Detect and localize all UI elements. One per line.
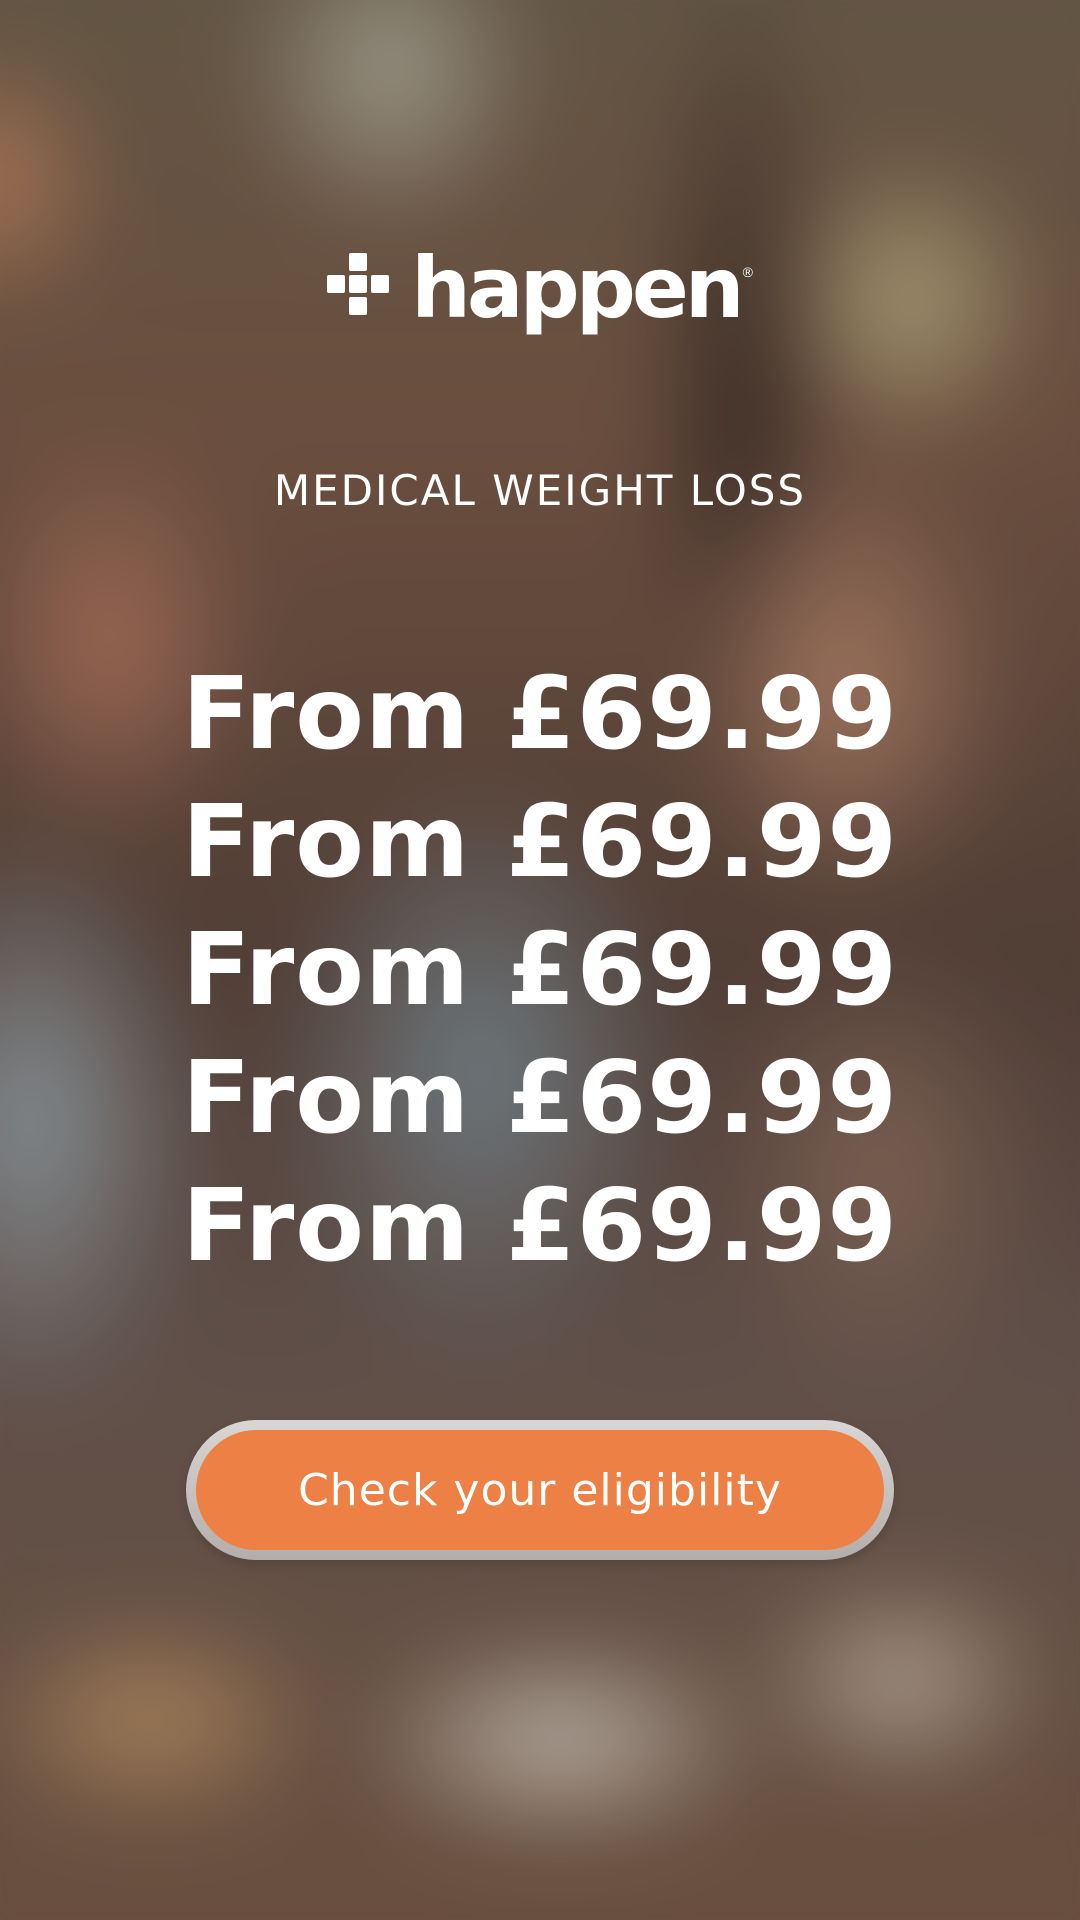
price-list: From £69.99 From £69.99 From £69.99 From…: [0, 657, 1080, 1297]
price-line: From £69.99: [182, 1167, 898, 1284]
price-line: From £69.99: [182, 911, 898, 1028]
ad-content: happen ® MEDICAL WEIGHT LOSS From £69.99…: [0, 0, 1080, 1920]
price-line: From £69.99: [182, 783, 898, 900]
price-line: From £69.99: [182, 1039, 898, 1156]
eyebrow-heading: MEDICAL WEIGHT LOSS: [273, 466, 807, 515]
price-line: From £69.99: [182, 655, 898, 772]
plus-cross-icon: [327, 253, 390, 315]
cta-button-frame: Check your eligibility: [186, 1420, 894, 1560]
brand-name: happen: [411, 239, 745, 337]
registered-mark: ®: [742, 264, 753, 280]
check-eligibility-button[interactable]: Check your eligibility: [196, 1430, 884, 1550]
brand-logo: happen ®: [0, 246, 1080, 330]
